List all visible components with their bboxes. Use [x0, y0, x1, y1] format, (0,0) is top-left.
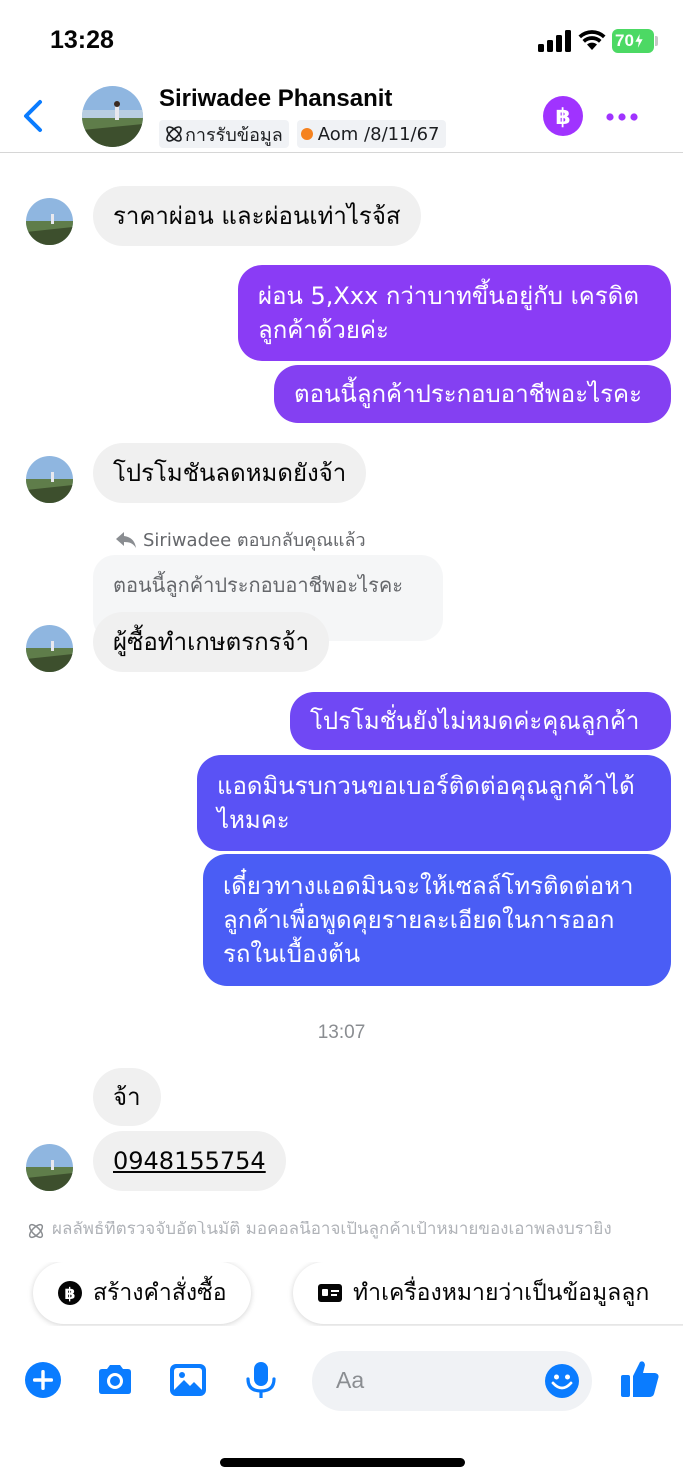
message-text: ลูกค้าเพื่อพูดคุยรายละเอียดในการออก — [223, 906, 615, 934]
thumbs-up-icon[interactable] — [618, 1357, 662, 1401]
reply-indicator: Siriwadee ตอบกลับคุณแล้ว — [115, 525, 366, 554]
status-bar: 13:28 70 — [0, 0, 683, 80]
mark-lead-label: ทำเครื่องหมายว่าเป็นข้อมูลลูก — [353, 1280, 650, 1306]
plus-circle-icon[interactable] — [23, 1360, 63, 1400]
timestamp: 13:07 — [317, 1022, 366, 1043]
baht-icon: ฿ — [555, 105, 570, 130]
message-composer: Aa — [0, 1345, 683, 1420]
message-text: ไหมคะ — [217, 806, 290, 834]
message-text: จ้า — [113, 1083, 141, 1111]
contact-avatar[interactable] — [82, 86, 143, 147]
contact-avatar-small[interactable] — [26, 625, 73, 672]
atom-icon — [166, 126, 182, 142]
message-outgoing[interactable]: โปรโมชั่นยังไม่หมดค่ะคุณลูกค้า — [290, 692, 671, 750]
note-tag[interactable]: Aom /8/11/67 — [296, 120, 446, 148]
wifi-icon — [578, 30, 606, 50]
svg-text:฿: ฿ — [555, 105, 570, 130]
contact-avatar-small[interactable] — [26, 198, 73, 245]
message-incoming[interactable]: ผู้ซื้อทำเกษตรกรจ้า — [93, 612, 330, 672]
phone-number-link[interactable]: 0948155754 — [113, 1144, 266, 1178]
message-text: ลูกค้าด้วยค่ะ — [258, 316, 389, 344]
more-options-icon[interactable] — [605, 112, 639, 122]
ai-detection-text: ผลลัพธ์ที่ตรวจจับอัตโนมัติ มอคอลนี้อาจเป… — [52, 1221, 612, 1239]
battery-cap — [655, 36, 658, 46]
note-tag-label: Aom /8/11/67 — [317, 123, 440, 145]
message-text: ผู้ซื้อทำเกษตรกรจ้า — [113, 628, 310, 656]
message-text: แอดมินรบกวนขอเบอร์ติดต่อคุณลูกค้าได้ — [217, 772, 635, 800]
message-outgoing[interactable]: แอดมินรบกวนขอเบอร์ติดต่อคุณลูกค้าได้ ไหม… — [197, 755, 671, 851]
message-input[interactable]: Aa — [312, 1351, 592, 1411]
back-chevron-icon[interactable] — [18, 96, 46, 136]
quoted-text: ตอนนี้ลูกค้าประกอบอาชีพอะไรคะ — [113, 573, 403, 597]
lead-source-tag[interactable]: การรับข้อมูล — [159, 120, 289, 148]
message-incoming[interactable]: โปรโมชันลดหมดยังจ้า — [93, 443, 367, 503]
message-outgoing[interactable]: ผ่อน 5,Xxx กว่าบาทขึ้นอยู่กับ เครดิต ลูก… — [238, 265, 671, 361]
message-incoming[interactable]: ราคาผ่อน และผ่อนเท่าไรจ้ส — [93, 186, 421, 246]
chat-header: Siriwadee Phansanit การรับข้อมูล Aom /8/… — [0, 80, 683, 153]
orange-dot-icon — [300, 128, 313, 140]
charging-bolt-icon — [634, 33, 644, 49]
message-text: รถในเบื้องต้น — [223, 940, 361, 968]
message-input-placeholder: Aa — [336, 1367, 365, 1393]
battery-icon: 70 — [612, 29, 654, 53]
message-outgoing[interactable]: เดี๋ยวทางแอดมินจะให้เซลล์โทรติดต่อหา ลูก… — [203, 854, 671, 986]
message-text: ตอนนี้ลูกค้าประกอบอาชีพอะไรคะ — [294, 380, 642, 408]
reply-arrow-icon — [116, 531, 136, 548]
message-text: ผ่อน 5,Xxx กว่าบาทขึ้นอยู่กับ เครดิต — [258, 282, 639, 310]
create-order-button[interactable]: ฿ สร้างคำสั่งซื้อ — [33, 1262, 251, 1324]
microphone-icon[interactable] — [241, 1360, 281, 1400]
payment-button[interactable]: ฿ — [543, 96, 583, 136]
message-thread[interactable]: ราคาผ่อน และผ่อนเท่าไรจ้ส ผ่อน 5,Xxx กว่… — [0, 153, 683, 1243]
message-outgoing[interactable]: ตอนนี้ลูกค้าประกอบอาชีพอะไรคะ — [274, 365, 671, 423]
cellular-signal-icon — [538, 30, 571, 52]
contact-name[interactable]: Siriwadee Phansanit — [159, 85, 392, 113]
atom-icon — [28, 1223, 44, 1239]
contact-avatar-small[interactable] — [26, 1144, 73, 1191]
message-text: ราคาผ่อน และผ่อนเท่าไรจ้ส — [113, 202, 401, 230]
camera-icon[interactable] — [95, 1360, 135, 1400]
message-text: โปรโมชันลดหมดยังจ้า — [113, 459, 347, 487]
home-indicator — [220, 1458, 465, 1467]
mark-lead-button[interactable]: ทำเครื่องหมายว่าเป็นข้อมูลลูก — [293, 1262, 683, 1324]
ai-detection-note: ผลลัพธ์ที่ตรวจจับอัตโนมัติ มอคอลนี้อาจเป… — [26, 1221, 666, 1241]
quick-actions: ฿ สร้างคำสั่งซื้อ ทำเครื่องหมายว่าเป็นข้… — [0, 1262, 683, 1326]
message-text: เดี๋ยวทางแอดมินจะให้เซลล์โทรติดต่อหา — [223, 872, 634, 900]
baht-icon: ฿ — [58, 1281, 82, 1305]
status-time: 13:28 — [50, 26, 114, 54]
gallery-icon[interactable] — [168, 1360, 208, 1400]
contact-avatar-small[interactable] — [26, 456, 73, 503]
emoji-icon[interactable] — [544, 1363, 580, 1399]
message-text: โปรโมชั่นยังไม่หมดค่ะคุณลูกค้า — [310, 707, 640, 735]
contact-tags: การรับข้อมูล Aom /8/11/67 — [159, 120, 446, 148]
id-card-icon — [318, 1284, 342, 1302]
battery-level: 70 — [615, 31, 634, 50]
reply-label-text: Siriwadee ตอบกลับคุณแล้ว — [143, 530, 366, 551]
lead-source-label: การรับข้อมูล — [185, 124, 283, 146]
create-order-label: สร้างคำสั่งซื้อ — [93, 1280, 227, 1306]
message-incoming[interactable]: 0948155754 — [93, 1131, 286, 1191]
message-incoming[interactable]: จ้า — [93, 1068, 161, 1126]
svg-text:฿: ฿ — [64, 1284, 75, 1303]
